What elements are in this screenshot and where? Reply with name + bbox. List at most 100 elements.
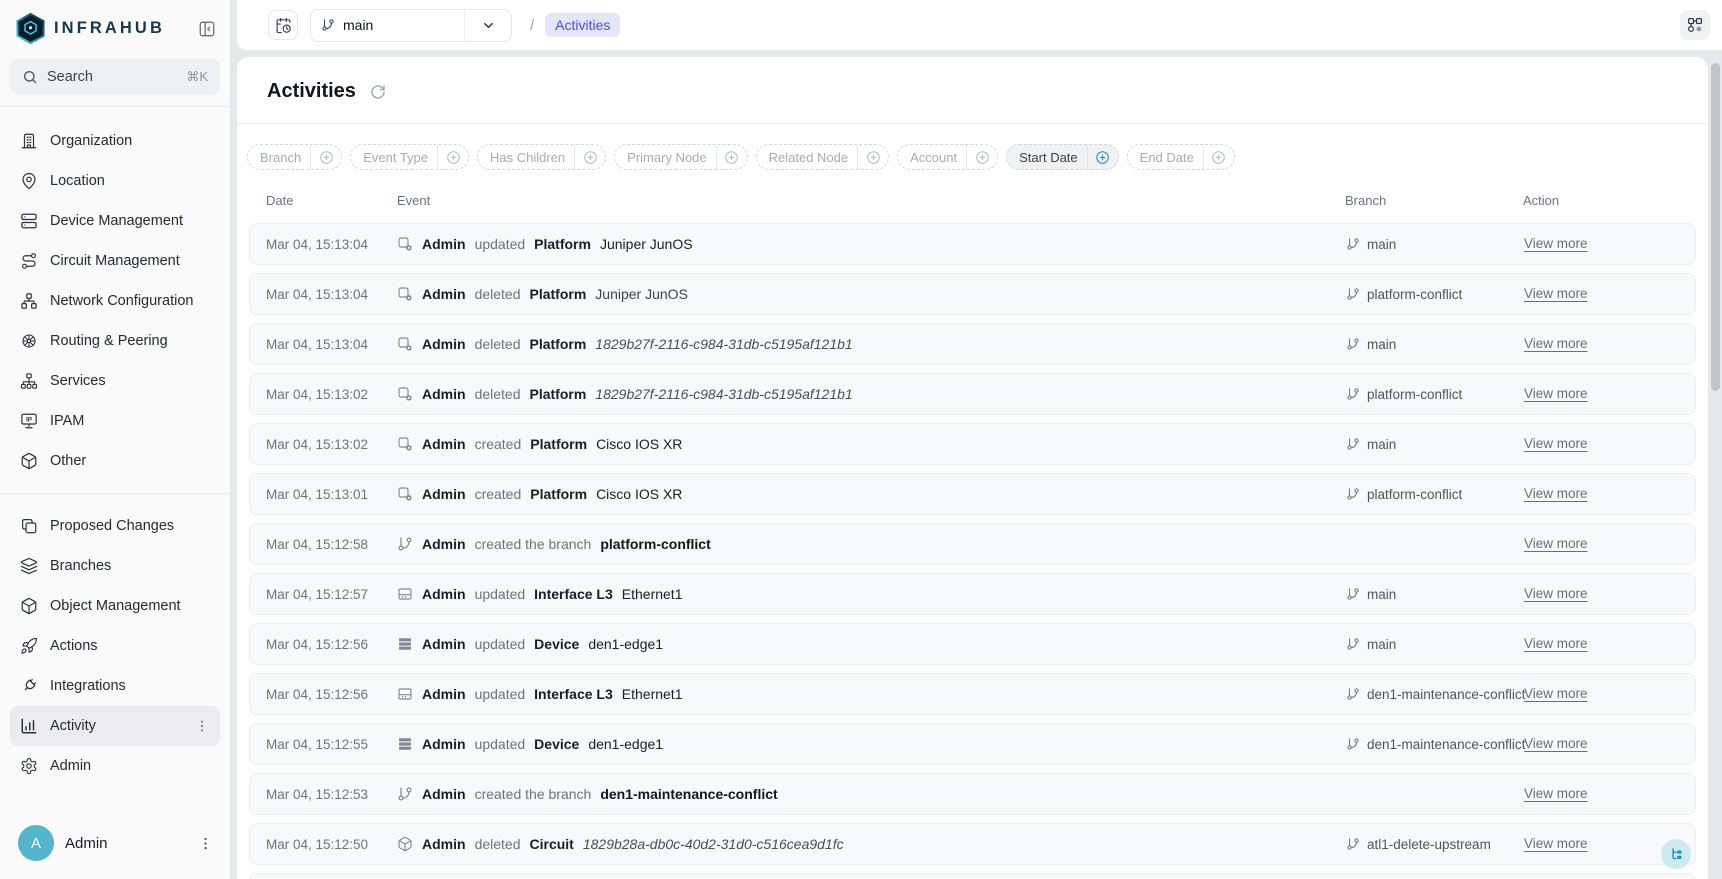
event-object-link[interactable]: Cisco IOS XR xyxy=(596,486,682,502)
branch-selector-expand[interactable] xyxy=(464,10,511,41)
tree-view-button[interactable] xyxy=(1661,839,1691,869)
object-management-icon xyxy=(20,597,38,615)
row-event: Admin created the branch den1-maintenanc… xyxy=(397,786,1346,802)
filter-chip-label: Start Date xyxy=(1007,150,1087,165)
view-more-link[interactable]: View more xyxy=(1524,386,1588,401)
breadcrumb-current[interactable]: Activities xyxy=(545,13,620,37)
row-branch: atl1-delete-upstream xyxy=(1346,837,1524,852)
column-header-event: Event xyxy=(397,193,1345,208)
refresh-icon[interactable] xyxy=(370,84,386,100)
sidebar-item-services[interactable]: Services xyxy=(10,361,220,401)
row-date: Mar 04, 15:12:50 xyxy=(266,837,397,852)
event-object-link[interactable]: 1829b27f-2116-c984-31db-c5195af121b1 xyxy=(595,336,852,352)
search-input[interactable]: Search ⌘K xyxy=(10,59,220,95)
event-object-link[interactable]: Ethernet1 xyxy=(622,686,683,702)
sidebar-item-object-management[interactable]: Object Management xyxy=(10,586,220,626)
filter-chip-start-date[interactable]: Start Date xyxy=(1006,144,1119,170)
branch-name: platform-conflict xyxy=(1367,487,1462,502)
row-action: View more xyxy=(1524,835,1682,853)
node-icon xyxy=(397,486,413,502)
view-more-link[interactable]: View more xyxy=(1524,286,1588,301)
filter-chip-primary-node[interactable]: Primary Node xyxy=(614,144,747,170)
circle-plus-icon[interactable] xyxy=(857,145,888,169)
view-more-link[interactable]: View more xyxy=(1524,836,1588,851)
filter-chip-end-date[interactable]: End Date xyxy=(1127,144,1235,170)
circle-plus-icon[interactable] xyxy=(1087,145,1118,169)
filter-chip-has-children[interactable]: Has Children xyxy=(477,144,606,170)
branch-selector[interactable]: main xyxy=(310,9,512,42)
circle-plus-icon[interactable] xyxy=(437,145,468,169)
sidebar-nav-primary: Organization Location Device Management … xyxy=(0,107,230,481)
circle-plus-icon[interactable] xyxy=(966,145,997,169)
circle-plus-icon[interactable] xyxy=(574,145,605,169)
kebab-icon[interactable] xyxy=(197,835,214,852)
sidebar-item-other[interactable]: Other xyxy=(10,441,220,481)
filter-chip-account[interactable]: Account xyxy=(897,144,998,170)
activities-panel: Activities Branch Event Type Has Childre… xyxy=(237,57,1708,879)
panel-collapse-icon[interactable] xyxy=(198,20,216,38)
sidebar-item-device-management[interactable]: Device Management xyxy=(10,201,220,241)
event-object-link[interactable]: 1829b27f-2116-c984-31db-c5195af121b1 xyxy=(595,386,852,402)
view-more-link[interactable]: View more xyxy=(1524,336,1588,351)
sidebar-item-network-configuration[interactable]: Network Configuration xyxy=(10,281,220,321)
view-more-link[interactable]: View more xyxy=(1524,536,1588,551)
view-more-link[interactable]: View more xyxy=(1524,786,1588,801)
view-more-link[interactable]: View more xyxy=(1524,486,1588,501)
circle-plus-icon[interactable] xyxy=(716,145,747,169)
schema-button[interactable] xyxy=(1680,10,1710,40)
user-menu[interactable]: A Admin xyxy=(0,825,230,879)
time-travel-button[interactable] xyxy=(268,10,298,40)
git-branch-icon xyxy=(1346,437,1360,451)
view-more-link[interactable]: View more xyxy=(1524,686,1588,701)
event-object-link[interactable]: den1-edge1 xyxy=(588,636,663,652)
sidebar-item-integrations[interactable]: Integrations xyxy=(10,666,220,706)
view-more-link[interactable]: View more xyxy=(1524,436,1588,451)
filter-chip-branch[interactable]: Branch xyxy=(247,144,342,170)
sidebar-item-label: Network Configuration xyxy=(50,293,193,309)
circle-plus-icon[interactable] xyxy=(310,145,341,169)
event-object-link[interactable]: platform-conflict xyxy=(600,536,710,552)
row-date: Mar 04, 15:12:56 xyxy=(266,637,397,652)
kebab-icon[interactable] xyxy=(194,718,210,734)
event-object-link[interactable]: Ethernet1 xyxy=(622,586,683,602)
filter-chip-related-node[interactable]: Related Node xyxy=(756,144,890,170)
sidebar-item-branches[interactable]: Branches xyxy=(10,546,220,586)
event-object-link[interactable]: den1-edge1 xyxy=(588,736,663,752)
vertical-scrollbar[interactable] xyxy=(1711,63,1720,391)
event-object-type: Device xyxy=(534,736,579,752)
row-event: Admin updated Platform Juniper JunOS xyxy=(397,236,1346,252)
event-object-link[interactable]: den1-maintenance-conflict xyxy=(600,786,777,802)
page-title: Activities xyxy=(267,80,356,103)
event-object-link[interactable]: 1829b28a-db0c-40d2-31d0-c516cea9d1fc xyxy=(583,836,844,852)
sidebar-item-label: IPAM xyxy=(50,413,84,429)
event-verb: created the branch xyxy=(475,536,592,552)
event-object-link[interactable]: Juniper JunOS xyxy=(600,236,693,252)
circle-plus-icon[interactable] xyxy=(1203,145,1234,169)
view-more-link[interactable]: View more xyxy=(1524,736,1588,751)
event-actor: Admin xyxy=(422,286,466,302)
filter-chip-event-type[interactable]: Event Type xyxy=(350,144,469,170)
event-object-link[interactable]: Juniper JunOS xyxy=(595,286,688,302)
sidebar-item-circuit-management[interactable]: Circuit Management xyxy=(10,241,220,281)
view-more-link[interactable]: View more xyxy=(1524,236,1588,251)
table-row: Mar 04, 15:12:56 Admin updated Interface… xyxy=(249,673,1696,715)
event-object-type: Platform xyxy=(530,386,587,402)
view-more-link[interactable]: View more xyxy=(1524,636,1588,651)
sidebar-item-location[interactable]: Location xyxy=(10,161,220,201)
git-branch-icon xyxy=(1346,637,1360,651)
view-more-link[interactable]: View more xyxy=(1524,586,1588,601)
event-verb: deleted xyxy=(475,836,521,852)
row-date: Mar 04, 15:13:04 xyxy=(266,337,397,352)
sidebar-item-organization[interactable]: Organization xyxy=(10,121,220,161)
sidebar-item-routing-peering[interactable]: Routing & Peering xyxy=(10,321,220,361)
git-branch-icon xyxy=(1346,687,1360,701)
breadcrumb-separator: / xyxy=(530,17,534,34)
sidebar-item-actions[interactable]: Actions xyxy=(10,626,220,666)
sidebar-item-proposed-changes[interactable]: Proposed Changes xyxy=(10,506,220,546)
sidebar-item-admin[interactable]: Admin xyxy=(10,746,220,786)
sidebar-item-activity[interactable]: Activity xyxy=(10,706,220,746)
event-object-link[interactable]: Cisco IOS XR xyxy=(596,436,682,452)
sidebar-item-ipam[interactable]: IP IPAM xyxy=(10,401,220,441)
routing-peering-icon xyxy=(20,332,38,350)
filter-chip-label: End Date xyxy=(1128,150,1203,165)
